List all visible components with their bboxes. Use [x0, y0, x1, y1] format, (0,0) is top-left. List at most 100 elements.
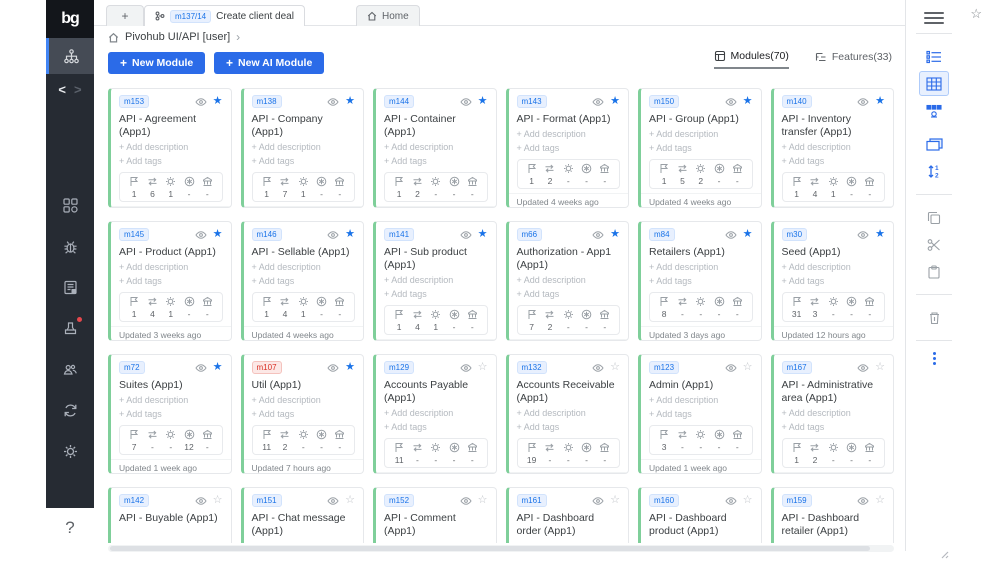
star-icon[interactable]: ☆ [478, 362, 488, 373]
module-title[interactable]: Util (App1) [252, 379, 356, 392]
eye-icon[interactable] [857, 495, 869, 507]
copy-icon[interactable] [919, 205, 949, 230]
chevron-right-icon[interactable]: › [236, 30, 240, 44]
add-tags-link[interactable]: + Add tags [517, 142, 621, 156]
add-description-link[interactable]: + Add description [384, 141, 488, 155]
module-id-badge[interactable]: m160 [649, 494, 680, 507]
module-id-badge[interactable]: m129 [384, 361, 415, 374]
star-icon[interactable]: ★ [213, 229, 223, 240]
module-card[interactable]: m152 ☆ API - Comment (App1) + Add descri… [373, 487, 497, 543]
eye-icon[interactable] [592, 96, 604, 108]
module-id-badge[interactable]: m167 [781, 361, 812, 374]
eye-icon[interactable] [195, 495, 207, 507]
grid-view-button[interactable] [919, 71, 949, 96]
new-tab-button[interactable]: + [106, 5, 144, 26]
eye-icon[interactable] [327, 495, 339, 507]
module-title[interactable]: Admin (App1) [649, 379, 753, 392]
eye-icon[interactable] [857, 362, 869, 374]
module-card[interactable]: m159 ☆ API - Dashboard retailer (App1) +… [770, 487, 894, 543]
module-id-badge[interactable]: m146 [251, 228, 282, 241]
module-card[interactable]: m144 ★ API - Container (App1) + Add desc… [373, 88, 497, 208]
add-tags-link[interactable]: + Add tags [782, 155, 886, 169]
menu-hamburger-icon[interactable] [924, 12, 944, 24]
eye-icon[interactable] [592, 495, 604, 507]
eye-icon[interactable] [460, 96, 472, 108]
module-title[interactable]: API - Dashboard retailer (App1) [782, 512, 886, 538]
star-icon[interactable]: ☆ [345, 495, 355, 506]
module-card[interactable]: m143 ★ API - Format (App1) + Add descrip… [505, 88, 629, 208]
stamp-icon[interactable] [61, 317, 82, 337]
add-tags-link[interactable]: + Add tags [649, 408, 753, 422]
module-card[interactable]: m145 ★ API - Product (App1) + Add descri… [108, 221, 232, 341]
star-icon[interactable]: ☆ [213, 495, 223, 506]
add-tags-link[interactable]: + Add tags [252, 408, 356, 422]
eye-icon[interactable] [725, 362, 737, 374]
module-card[interactable]: m66 ★ Authorization - App1 (App1) + Add … [505, 221, 629, 341]
module-card[interactable]: m161 ☆ API - Dashboard order (App1) + Ad… [505, 487, 629, 543]
module-id-badge[interactable]: m144 [384, 95, 415, 108]
module-card[interactable]: m146 ★ API - Sellable (App1) + Add descr… [240, 221, 364, 341]
add-description-link[interactable]: + Add description [517, 274, 621, 288]
module-id-badge[interactable]: m161 [516, 494, 547, 507]
star-icon[interactable]: ☆ [743, 362, 753, 373]
star-icon[interactable]: ☆ [478, 495, 488, 506]
module-title[interactable]: API - Sellable (App1) [252, 246, 356, 259]
star-icon[interactable]: ★ [213, 96, 223, 107]
apps-grid-icon[interactable] [61, 196, 79, 214]
module-title[interactable]: API - Sub product (App1) [384, 246, 488, 272]
module-id-badge[interactable]: m150 [649, 95, 680, 108]
module-card[interactable]: m132 ☆ Accounts Receivable (App1) + Add … [505, 354, 629, 474]
add-description-link[interactable]: + Add description [782, 141, 886, 155]
module-title[interactable]: Accounts Payable (App1) [384, 379, 488, 405]
tab-modules[interactable]: Modules(70) [713, 50, 789, 69]
add-description-link[interactable]: + Add description [649, 394, 753, 408]
module-title[interactable]: Accounts Receivable (App1) [517, 379, 621, 405]
module-title[interactable]: Authorization - App1 (App1) [517, 246, 621, 272]
module-title[interactable]: API - Format (App1) [517, 113, 621, 126]
module-title[interactable]: API - Dashboard order (App1) [517, 512, 621, 538]
compact-view-button[interactable] [919, 98, 949, 123]
module-card[interactable]: m107 ★ Util (App1) + Add description + A… [240, 354, 364, 474]
star-icon[interactable]: ★ [875, 229, 885, 240]
module-id-badge[interactable]: m30 [781, 228, 808, 241]
module-id-badge[interactable]: m72 [119, 361, 145, 374]
module-id-badge[interactable]: m140 [781, 95, 812, 108]
add-description-link[interactable]: + Add description [252, 141, 356, 155]
module-card[interactable]: m141 ★ API - Sub product (App1) + Add de… [373, 221, 497, 341]
add-description-link[interactable]: + Add description [782, 261, 886, 275]
scrollbar-thumb[interactable] [110, 546, 870, 551]
star-icon[interactable]: ☆ [610, 362, 620, 373]
star-icon[interactable]: ★ [610, 229, 620, 240]
add-tags-link[interactable]: + Add tags [384, 288, 488, 302]
eye-icon[interactable] [857, 96, 869, 108]
module-card[interactable]: m84 ★ Retailers (App1) + Add description… [638, 221, 762, 341]
add-tags-link[interactable]: + Add tags [517, 288, 621, 302]
eye-icon[interactable] [195, 229, 207, 241]
new-module-button[interactable]: + New Module [108, 52, 206, 74]
breadcrumb-path[interactable]: Pivohub UI/API [user] [125, 31, 230, 43]
module-title[interactable]: API - Administrative area (App1) [782, 379, 886, 405]
module-id-badge[interactable]: m145 [119, 228, 150, 241]
add-description-link[interactable]: + Add description [384, 274, 488, 288]
module-title[interactable]: API - Dashboard product (App1) [649, 512, 753, 538]
module-id-badge[interactable]: m142 [119, 494, 150, 507]
module-id-badge[interactable]: m84 [649, 228, 675, 241]
module-title[interactable]: API - Company (App1) [252, 113, 356, 139]
eye-icon[interactable] [460, 229, 472, 241]
add-description-link[interactable]: + Add description [384, 407, 488, 421]
eye-icon[interactable] [857, 229, 869, 241]
star-icon[interactable]: ☆ [875, 362, 885, 373]
add-tags-link[interactable]: + Add tags [252, 155, 356, 169]
module-card[interactable]: m138 ★ API - Company (App1) + Add descri… [240, 88, 364, 208]
horizontal-scrollbar[interactable] [108, 545, 894, 552]
star-icon[interactable]: ☆ [743, 495, 753, 506]
more-options-kebab-icon[interactable] [932, 352, 936, 365]
star-icon[interactable]: ☆ [610, 495, 620, 506]
module-id-badge[interactable]: m123 [649, 361, 680, 374]
paste-icon[interactable] [919, 259, 949, 284]
module-card[interactable]: m153 ★ API - Agreement (App1) + Add desc… [108, 88, 232, 208]
module-card[interactable]: m140 ★ API - Inventory transfer (App1) +… [770, 88, 894, 208]
module-title[interactable]: API - Group (App1) [649, 113, 753, 126]
sort-numeric-button[interactable]: 12 [919, 159, 949, 184]
module-id-badge[interactable]: m141 [384, 228, 415, 241]
